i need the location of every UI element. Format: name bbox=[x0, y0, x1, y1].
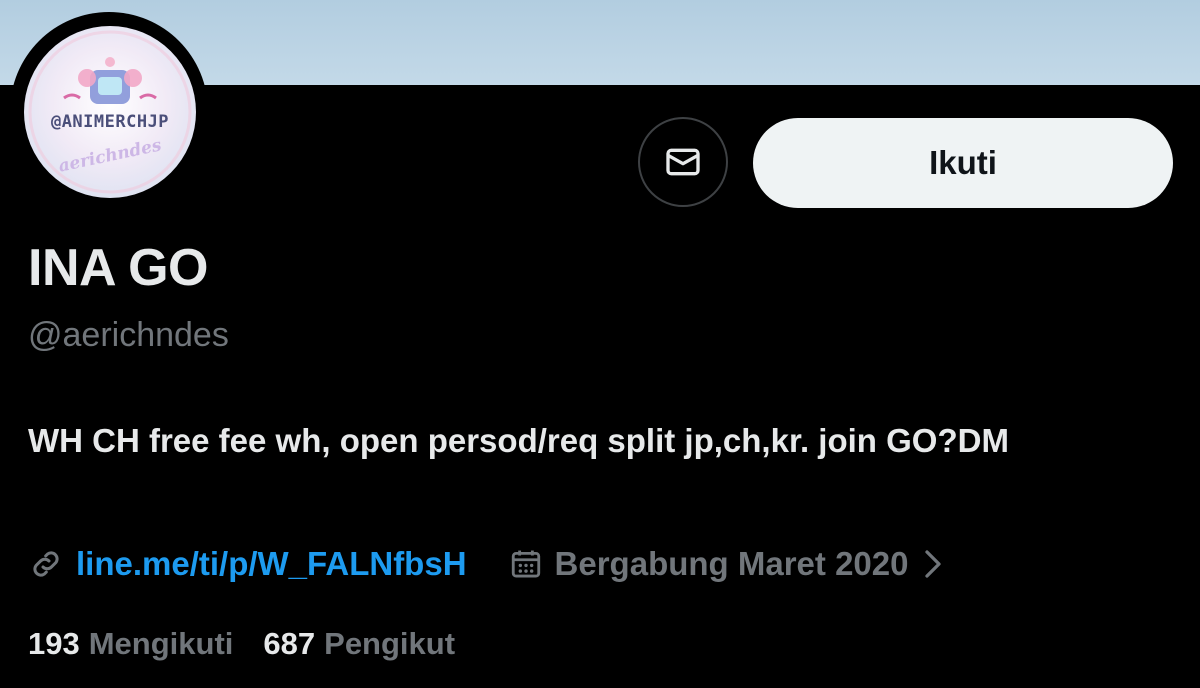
followers-label: Pengikut bbox=[324, 626, 456, 661]
avatar[interactable]: @ANIMERCHJP aerichndes bbox=[24, 26, 196, 198]
chevron-right-icon[interactable] bbox=[922, 549, 944, 579]
joined-date[interactable]: Bergabung Maret 2020 bbox=[555, 545, 909, 583]
avatar-watermark-text: @ANIMERCHJP bbox=[50, 112, 170, 132]
follow-button[interactable]: Ikuti bbox=[753, 118, 1173, 208]
calendar-icon bbox=[511, 550, 540, 578]
profile-stats: 193 Mengikuti 687 Pengikut bbox=[28, 626, 455, 662]
profile-meta-row: line.me/ti/p/W_FALNfbsH Bergabung Maret … bbox=[28, 540, 944, 588]
display-name: INA GO bbox=[28, 239, 208, 297]
following-count: 193 bbox=[28, 626, 80, 661]
followers-count: 687 bbox=[263, 626, 316, 661]
profile-bio: WH CH free fee wh, open persod/req split… bbox=[28, 422, 1009, 459]
envelope-icon bbox=[666, 148, 700, 176]
followers-stat[interactable]: 687 Pengikut bbox=[263, 626, 455, 662]
following-stat[interactable]: 193 Mengikuti bbox=[28, 626, 233, 662]
following-label: Mengikuti bbox=[88, 626, 234, 661]
message-button[interactable] bbox=[638, 117, 728, 207]
link-icon bbox=[33, 551, 59, 577]
profile-link[interactable]: line.me/ti/p/W_FALNfbsH bbox=[76, 545, 467, 583]
profile-handle: @aerichndes bbox=[28, 316, 229, 354]
